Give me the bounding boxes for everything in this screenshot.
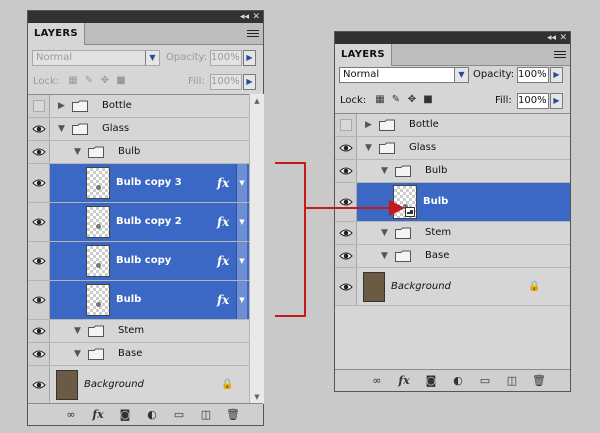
merge-connector — [275, 162, 405, 317]
bracket-line — [275, 162, 306, 317]
